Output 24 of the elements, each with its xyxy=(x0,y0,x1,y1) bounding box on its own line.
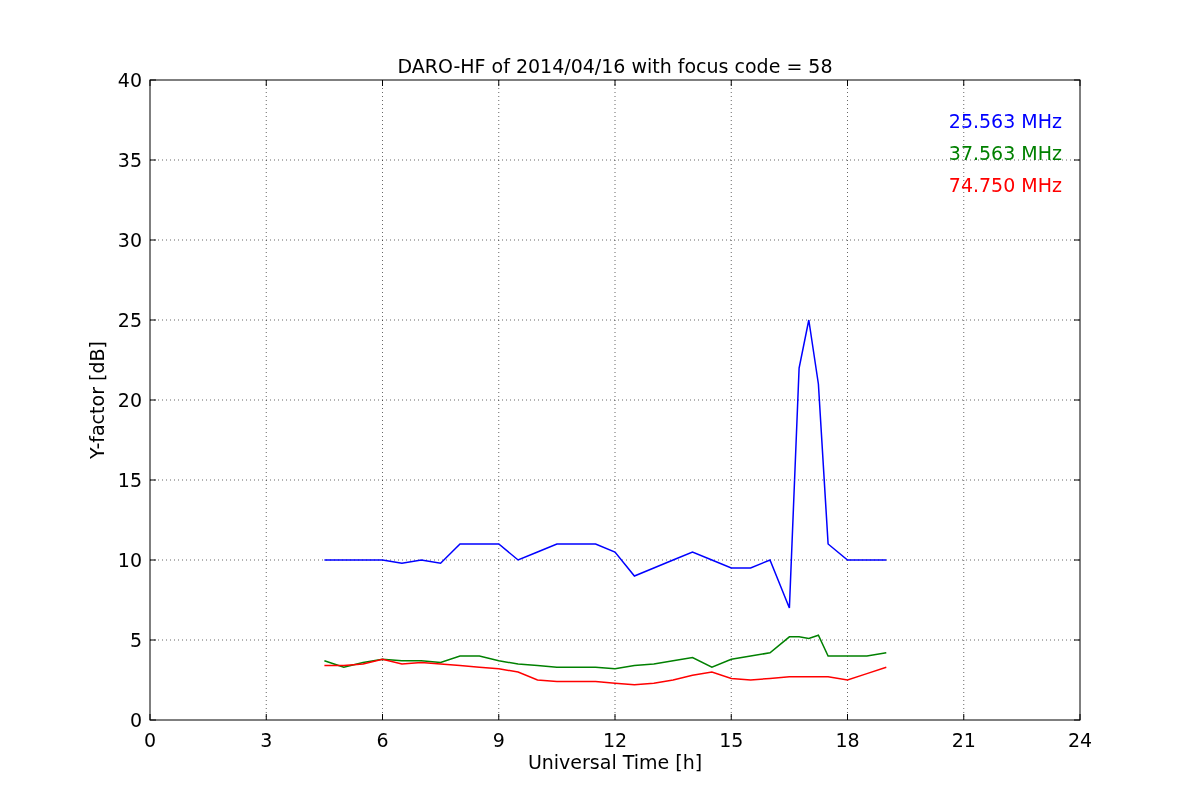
tick-label: 9 xyxy=(492,729,505,751)
legend-label: 74.750 MHz xyxy=(948,174,1062,196)
tick-label: 21 xyxy=(951,729,976,751)
tick-label: 12 xyxy=(602,729,628,751)
tick-label: 0 xyxy=(143,729,157,751)
legend-label: 25.563 MHz xyxy=(948,110,1062,132)
legend-label: 37.563 MHz xyxy=(948,142,1062,164)
axis-label: Y-factor [dB] xyxy=(86,341,108,459)
tick-label: 15 xyxy=(719,729,744,751)
tick-label: 10 xyxy=(117,549,142,571)
tick-label: 35 xyxy=(117,149,142,171)
tick-label: 3 xyxy=(260,729,273,751)
tick-label: 30 xyxy=(117,229,142,251)
tick-label: 24 xyxy=(1067,729,1093,751)
tick-label: 25 xyxy=(117,309,142,331)
chart-title: DARO-HF of 2014/04/16 with focus code = 58 xyxy=(397,55,833,77)
tick-label: 5 xyxy=(129,629,142,651)
tick-label: 40 xyxy=(117,69,142,91)
tick-label: 6 xyxy=(376,729,389,751)
axis-label: Universal Time [h] xyxy=(527,751,703,773)
tick-label: 20 xyxy=(117,389,142,411)
tick-label: 18 xyxy=(835,729,860,751)
tick-label: 15 xyxy=(117,469,142,491)
tick-label: 0 xyxy=(129,709,142,731)
